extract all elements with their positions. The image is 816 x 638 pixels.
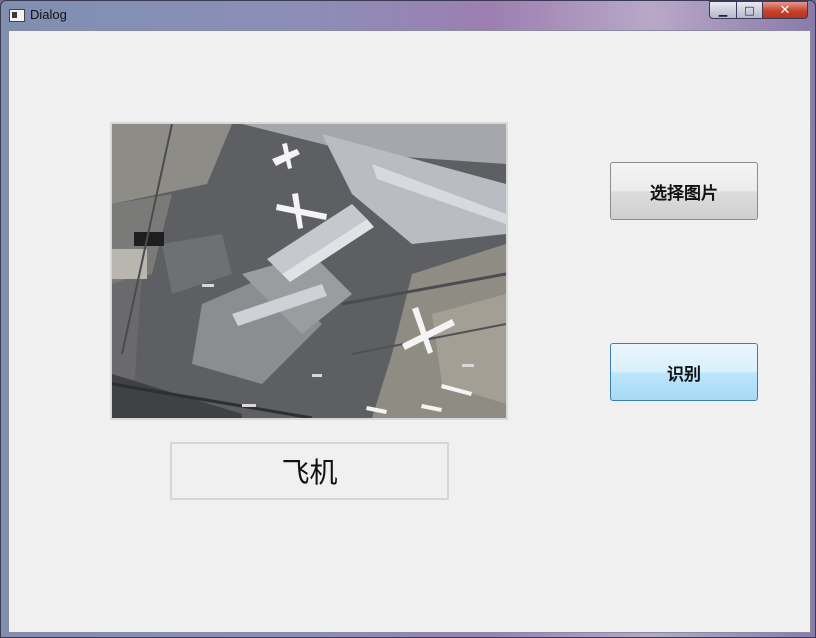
title-bar[interactable]: Dialog ▁ □ ✕ [1,1,815,29]
maximize-icon: □ [744,3,755,17]
select-image-label: 选择图片 [650,183,718,204]
dialog-client-area: 飞机 选择图片 识别 [8,30,811,633]
window-title: Dialog [30,7,67,22]
dialog-window: Dialog ▁ □ ✕ 飞机 选择图片 识别 [0,0,816,638]
maximize-button[interactable]: □ [736,1,762,19]
minimize-button[interactable]: ▁ [709,1,736,19]
result-label: 飞机 [170,442,449,500]
close-icon: ✕ [779,2,791,18]
recognize-button[interactable]: 识别 [610,343,758,401]
minimize-icon: ▁ [718,3,728,17]
recognize-label: 识别 [667,364,701,385]
image-display [110,122,508,420]
window-controls: ▁ □ ✕ [709,1,808,20]
app-icon [9,9,25,22]
close-button[interactable]: ✕ [762,1,808,19]
result-text: 飞机 [281,456,338,489]
select-image-button[interactable]: 选择图片 [610,162,758,220]
airport-image [112,124,506,418]
